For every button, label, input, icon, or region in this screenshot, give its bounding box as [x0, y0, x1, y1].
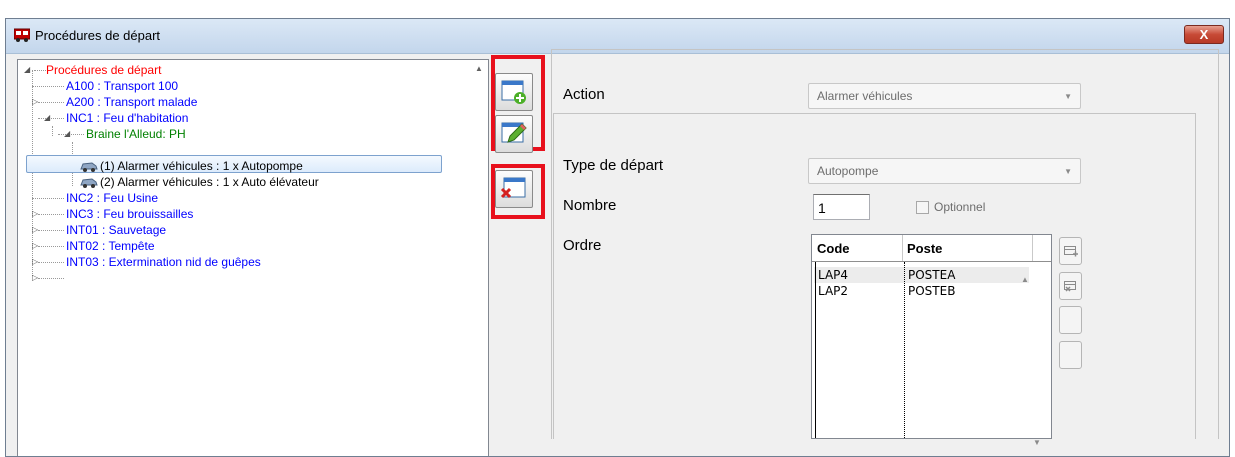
optionnel-label: Optionnel — [934, 200, 986, 214]
expand-icon[interactable]: ▷ — [32, 270, 38, 286]
nombre-input[interactable]: 1 — [813, 194, 870, 220]
grid-scroll-down-icon[interactable]: ▼ — [1033, 438, 1041, 447]
grid-column-line — [904, 262, 905, 438]
tree-guide-line — [34, 70, 46, 71]
tree-guide-line — [38, 246, 64, 247]
expand-icon[interactable]: ▷ — [32, 222, 38, 238]
type-label: Type de départ — [563, 157, 664, 174]
collapse-icon[interactable]: ◢ — [64, 126, 70, 142]
tree-item-braine[interactable]: Braine l'Alleud: PH — [86, 126, 186, 142]
grid-cell-code: LAP4 — [818, 268, 849, 282]
grid-header: Code Poste — [812, 235, 1051, 262]
edit-pencil-icon — [501, 122, 527, 143]
vehicle-icon — [80, 178, 98, 188]
tree-item-label: (2) Alarmer véhicules : 1 x Auto élévate… — [100, 175, 319, 189]
action-label: Action — [563, 86, 605, 103]
expand-icon[interactable]: ▷ — [32, 254, 38, 270]
add-row-icon — [1064, 246, 1078, 257]
move-up-button[interactable] — [1059, 306, 1082, 334]
move-down-button[interactable] — [1059, 341, 1082, 369]
procedures-tree[interactable]: ▲ ◢ ▷ ◢ ◢ ▷ ▷ ▷ ▷ ▷ Procédures de départ… — [17, 59, 489, 456]
expand-icon[interactable]: ▷ — [32, 206, 38, 222]
tree-guide-line — [38, 262, 64, 263]
collapse-icon[interactable]: ◢ — [24, 62, 30, 78]
vehicle-icon — [80, 162, 98, 172]
grid-left-line — [815, 262, 816, 438]
tree-item-int02[interactable]: INT02 : Tempête — [66, 238, 155, 254]
expand-icon[interactable]: ▷ — [32, 238, 38, 254]
action-toolbar — [489, 55, 547, 456]
nombre-label: Nombre — [563, 197, 617, 214]
tree-guide-line — [52, 126, 53, 136]
column-header-code[interactable]: Code — [817, 241, 850, 256]
grid-cell-poste: POSTEA — [908, 268, 956, 282]
expand-icon[interactable]: ▷ — [32, 94, 38, 110]
remove-row-icon — [1064, 281, 1076, 292]
window-title: Procédures de départ — [35, 28, 161, 43]
tree-guide-line — [38, 214, 64, 215]
type-select[interactable]: Autopompe ▼ — [808, 158, 1081, 184]
chevron-down-icon: ▼ — [1064, 92, 1072, 101]
action-select[interactable]: Alarmer véhicules ▼ — [808, 83, 1081, 109]
tree-guide-line — [58, 134, 84, 135]
grid-scroll-up-icon[interactable]: ▲ — [1021, 275, 1029, 284]
action-select-value: Alarmer véhicules — [817, 89, 913, 103]
tree-item-a100[interactable]: A100 : Transport 100 — [66, 78, 178, 94]
tree-guide-line — [38, 230, 64, 231]
remove-row-button[interactable] — [1059, 272, 1082, 300]
add-window-icon — [501, 80, 526, 104]
tree-item-int03[interactable]: INT03 : Extermination nid de guêpes — [66, 254, 261, 270]
type-select-value: Autopompe — [817, 164, 879, 178]
tree-guide-line — [32, 198, 64, 199]
tree-scrollbar[interactable]: ▲ — [471, 60, 488, 456]
chevron-down-icon: ▼ — [1064, 167, 1072, 176]
edit-button[interactable] — [495, 115, 533, 153]
tree-guide-line — [32, 86, 64, 87]
grid-cell-code: LAP2 — [818, 284, 849, 298]
collapse-icon[interactable]: ◢ — [44, 110, 50, 126]
tree-guide-line — [38, 118, 64, 119]
fire-truck-icon — [14, 28, 30, 42]
optionnel-checkbox[interactable] — [916, 201, 929, 214]
ordre-grid[interactable]: Code Poste LAP4 POSTEA LAP2 POSTEB — [811, 234, 1052, 439]
delete-button[interactable] — [495, 170, 533, 208]
tree-item-a200[interactable]: A200 : Transport malade — [66, 94, 197, 110]
tree-item-inc3[interactable]: INC3 : Feu brouissailles — [66, 206, 193, 222]
scroll-up-icon[interactable]: ▲ — [475, 64, 483, 73]
column-separator — [1032, 235, 1033, 261]
tree-item-int01[interactable]: INT01 : Sauvetage — [66, 222, 166, 238]
grid-cell-poste: POSTEB — [908, 284, 956, 298]
tree-guide-line — [38, 278, 64, 279]
tree-item-label: (1) Alarmer véhicules : 1 x Autopompe — [100, 159, 303, 173]
delete-window-icon — [500, 177, 526, 199]
tree-item-step-1[interactable]: (1) Alarmer véhicules : 1 x Autopompe — [80, 158, 303, 174]
tree-item-inc2[interactable]: INC2 : Feu Usine — [66, 190, 158, 206]
tree-item-inc1[interactable]: INC1 : Feu d'habitation — [66, 110, 188, 126]
tree-item-step-2[interactable]: (2) Alarmer véhicules : 1 x Auto élévate… — [80, 174, 319, 190]
add-button[interactable] — [495, 73, 533, 111]
tree-guide-line — [38, 102, 64, 103]
close-button[interactable]: X — [1184, 25, 1224, 44]
tree-root[interactable]: Procédures de départ — [46, 62, 161, 78]
ordre-label: Ordre — [563, 237, 602, 254]
column-separator — [902, 235, 903, 261]
column-header-poste[interactable]: Poste — [907, 241, 942, 256]
add-row-button[interactable] — [1059, 237, 1082, 265]
